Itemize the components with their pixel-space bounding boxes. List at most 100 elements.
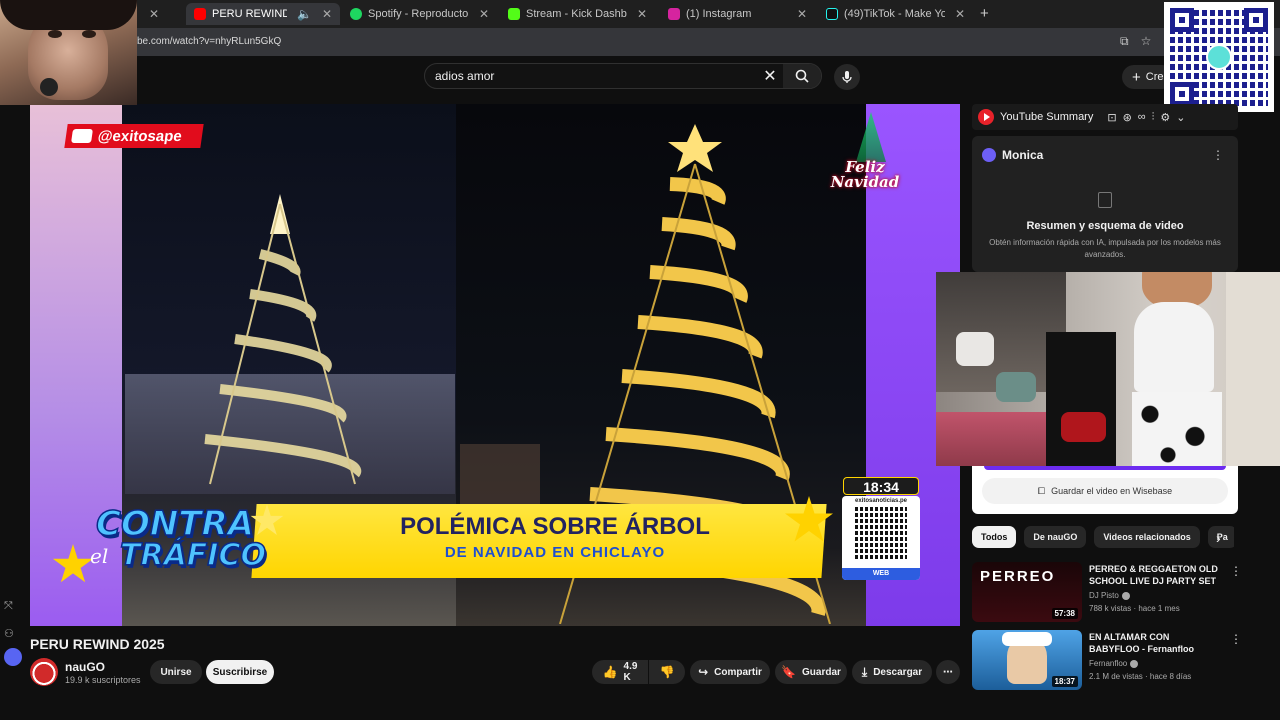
qr-finder — [1170, 82, 1194, 106]
like-button[interactable]: 👍 4.9 K — [592, 660, 648, 684]
close-tab-icon[interactable]: ✕ — [322, 7, 332, 21]
more-vertical-icon[interactable]: ⋮ — [1212, 148, 1224, 162]
join-button[interactable]: Unirse — [150, 660, 202, 684]
download-label: Descargar — [873, 666, 923, 678]
web-label: WEB — [842, 568, 920, 580]
microphone-icon — [842, 71, 852, 83]
monica-heading[interactable]: Resumen y esquema de video — [972, 220, 1238, 232]
new-tab-icon[interactable]: + — [980, 5, 989, 22]
more-vertical-icon[interactable]: ⋮ — [1230, 632, 1242, 646]
save-button[interactable]: 🔖 Guardar — [775, 660, 847, 684]
tab-title: Spotify - Reproductor web: mú — [368, 8, 469, 20]
video-thumbnail[interactable]: PERREO 57:38 — [972, 562, 1082, 622]
bookmark-icon: 🔖 — [781, 665, 797, 679]
bookmark-star-icon[interactable]: ☆ — [1141, 34, 1152, 49]
channel-avatar[interactable] — [30, 658, 58, 686]
thumbnail-captain-hat — [1002, 632, 1052, 646]
video-thumbnail[interactable]: 18:37 — [972, 630, 1082, 690]
browser-tab-youtube[interactable]: PERU REWIND 2025 - YouTube 🔈 ✕ — [186, 3, 340, 25]
address-bar[interactable]: be.com/watch?v=nhyRLun5GkQ ⧉ ☆ — [0, 28, 1280, 56]
discord-icon[interactable] — [4, 648, 22, 666]
more-actions-button[interactable]: ⋯ — [936, 660, 960, 684]
dislike-button[interactable]: 👎 — [649, 660, 685, 684]
video-title[interactable]: EN ALTAMAR CON BABYFLOO - Fernanfloo — [1089, 631, 1221, 655]
browser-tab-instagram[interactable]: (1) Instagram ✕ — [660, 3, 815, 25]
instagram-favicon-icon — [668, 8, 680, 20]
close-tab-icon[interactable]: ✕ — [149, 7, 159, 21]
url-text[interactable]: be.com/watch?v=nhyRLun5GkQ — [137, 36, 281, 47]
tiktok-favicon-icon — [826, 8, 838, 20]
search-input[interactable]: adios amor — [425, 69, 757, 83]
video-meta: 788 k vistas · hace 1 mes — [1089, 604, 1180, 613]
browser-tab-strip: ✕ PERU REWIND 2025 - YouTube 🔈 ✕ Spotify… — [0, 0, 1280, 28]
video-player[interactable]: @exitosape Feliz Navidad 18:34 exitosano… — [30, 104, 960, 626]
youtube-summary-extension-bar: YouTube Summary ⊡ ⊛ ∞ ⫶ ⚙ ⌄ — [972, 104, 1238, 130]
chevron-right-icon[interactable]: › — [1216, 530, 1221, 546]
tab-title: (1) Instagram — [686, 8, 752, 20]
video-title[interactable]: PERREO & REGGAETON OLD SCHOOL LIVE DJ PA… — [1089, 563, 1221, 587]
browser-tab[interactable]: ✕ — [137, 3, 185, 25]
expand-icon[interactable]: ⤧ — [4, 600, 24, 613]
monica-name: Monica — [1002, 148, 1044, 162]
close-tab-icon[interactable]: ✕ — [637, 7, 647, 21]
robot-icon[interactable]: ⊡ — [1107, 111, 1116, 124]
glasses-icon[interactable]: ∞ — [1138, 111, 1146, 123]
search-box[interactable]: adios amor ✕ — [424, 63, 822, 89]
more-vertical-icon[interactable]: ⋮ — [1230, 564, 1242, 578]
tab-title: Stream - Kick Dashboard — [526, 8, 627, 20]
equalizer-icon[interactable]: ⫶ — [1152, 111, 1155, 124]
voice-search-button[interactable] — [834, 64, 860, 90]
tab-title: PERU REWIND 2025 - YouTube — [212, 8, 287, 20]
webcam-microphone — [40, 78, 58, 96]
channel-name[interactable]: DJ Pisto — [1089, 591, 1119, 600]
chevron-down-icon[interactable]: ⌄ — [1176, 111, 1185, 124]
settings-icon[interactable]: ⚙ — [1160, 111, 1170, 124]
webcam-hair — [0, 0, 137, 30]
channel-name[interactable]: nauGO — [65, 660, 105, 674]
webcam-eye — [82, 30, 96, 38]
webcam-table — [936, 412, 1056, 466]
people-icon[interactable]: ⚇ — [4, 627, 24, 640]
wisebase-accent-bar — [984, 466, 1226, 470]
wisebase-panel: ⧠ Guardar el video en Wisebase — [972, 466, 1238, 514]
channel-subscribers: 19.9 k suscriptores — [65, 675, 141, 685]
video-meta: 2.1 M de vistas · hace 8 días — [1089, 672, 1192, 681]
list-item[interactable]: PERREO 57:38 PERREO & REGGAETON OLD SCHO… — [972, 562, 1242, 622]
browser-tab-spotify[interactable]: Spotify - Reproductor web: mú ✕ — [342, 3, 497, 25]
openai-icon[interactable]: ⊛ — [1123, 111, 1132, 124]
save-to-library-icon: ⧠ — [1037, 485, 1046, 496]
browser-tab-kick[interactable]: Stream - Kick Dashboard ✕ — [500, 3, 655, 25]
list-item[interactable]: 18:37 EN ALTAMAR CON BABYFLOO - Fernanfl… — [972, 630, 1242, 690]
search-button[interactable] — [783, 64, 821, 88]
chip-videos-relacionados[interactable]: Videos relacionados — [1094, 526, 1200, 548]
close-tab-icon[interactable]: ✕ — [955, 7, 965, 21]
subscribe-button[interactable]: Suscribirse — [206, 660, 274, 684]
create-label: Cre — [1145, 71, 1164, 83]
search-icon — [795, 69, 809, 83]
lower-third-title: POLÉMICA SOBRE ÁRBOL — [400, 513, 710, 540]
chip-todos[interactable]: Todos — [972, 526, 1017, 548]
web-qr-card: exitosanoticias.pe WEB — [842, 496, 920, 580]
mute-tab-icon[interactable]: 🔈 — [297, 7, 312, 21]
like-count: 4.9 K — [623, 661, 638, 683]
thumbs-up-icon: 👍 — [602, 665, 618, 679]
room-webcam-image — [936, 272, 1280, 466]
video-duration: 18:37 — [1051, 676, 1078, 687]
left-overlay-icons: ⤧ ⚇ — [4, 600, 24, 666]
share-button[interactable]: ↪ Compartir — [690, 660, 770, 684]
browser-tab-tiktok[interactable]: (49)TikTok - Make Your Day ✕ — [818, 3, 973, 25]
chip-de-naugo[interactable]: De nauGO — [1024, 526, 1087, 548]
webcam-door — [1226, 272, 1280, 466]
streamer-webcam-image — [0, 0, 137, 105]
channel-name[interactable]: Fernanfloo — [1089, 659, 1127, 668]
install-app-icon[interactable]: ⧉ — [1120, 34, 1129, 49]
clear-search-icon[interactable]: ✕ — [757, 66, 783, 86]
join-label: Unirse — [160, 666, 192, 678]
close-tab-icon[interactable]: ✕ — [797, 7, 807, 21]
save-to-wisebase-button[interactable]: ⧠ Guardar el video en Wisebase — [982, 478, 1228, 504]
download-icon: ⤓ — [861, 664, 868, 679]
thumbs-down-icon: 👎 — [659, 665, 675, 679]
close-tab-icon[interactable]: ✕ — [479, 7, 489, 21]
download-button[interactable]: ⤓ Descargar — [852, 660, 932, 684]
christmas-tree-left-image — [204, 194, 362, 485]
